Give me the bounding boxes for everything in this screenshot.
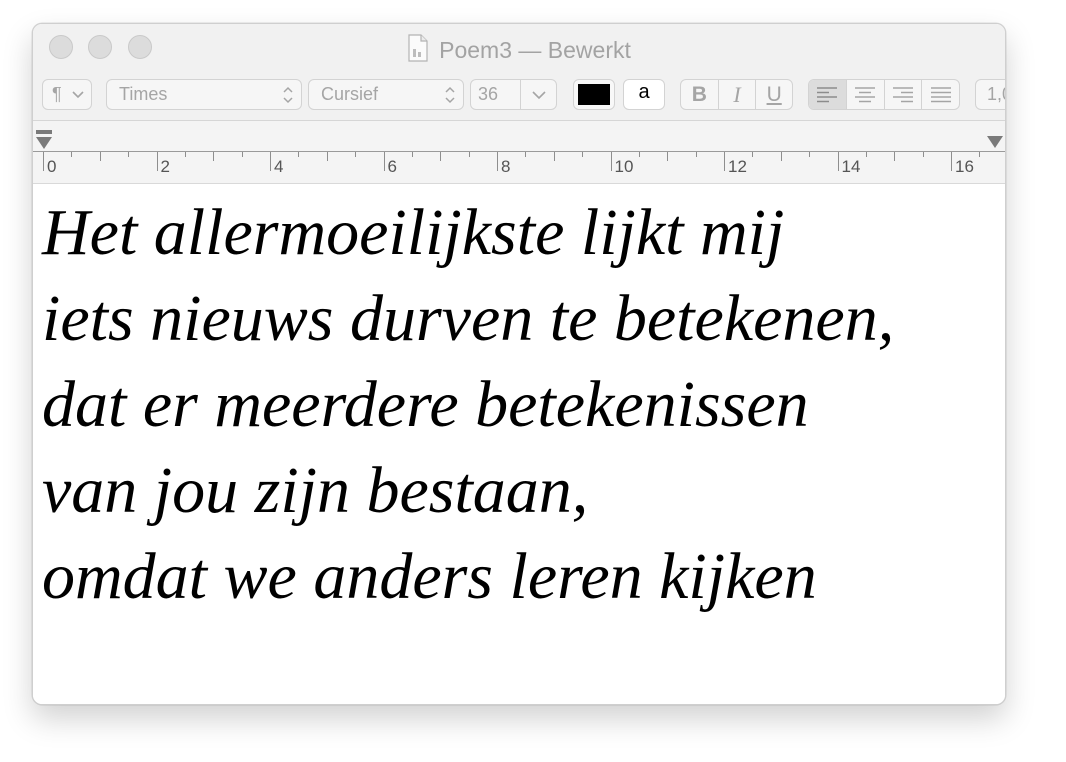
poem-line: iets nieuws durven te betekenen, (42, 282, 895, 355)
poem-line: omdat we anders leren kijken (42, 540, 817, 613)
document-name: Poem3 (439, 37, 512, 63)
justify-button[interactable] (922, 80, 959, 109)
align-center-button[interactable] (847, 80, 885, 109)
ruler-label: 10 (614, 157, 634, 176)
document-text-area[interactable]: Het allermoeilijkste lijkt mij iets nieu… (33, 184, 1005, 704)
document-icon (407, 34, 429, 68)
title-separator: — (518, 37, 542, 63)
ruler-label: 8 (501, 157, 511, 176)
highlight-color-well[interactable]: a (623, 79, 665, 110)
font-style-buttons: B I U (680, 79, 793, 110)
ruler-label: 0 (47, 157, 57, 176)
font-size-dropdown-button[interactable] (520, 80, 557, 109)
edited-status: Bewerkt (547, 37, 631, 63)
chevron-down-icon (532, 91, 546, 100)
ruler-label: 14 (841, 157, 861, 176)
highlight-label: a (638, 81, 650, 103)
textedit-window: Poem3 — Bewerkt ¶ Times Cursief 36 a B I… (32, 23, 1006, 705)
line-spacing-popup[interactable]: 1,0 (975, 79, 1005, 110)
align-left-icon (817, 86, 838, 102)
text-color-well[interactable] (573, 79, 615, 110)
chevron-down-icon (72, 91, 84, 99)
ruler-label: 16 (955, 157, 974, 176)
poem-line: Het allermoeilijkste lijkt mij (42, 196, 785, 269)
poem-line: van jou zijn bestaan, (42, 454, 589, 527)
stepper-icon (283, 86, 293, 104)
ruler-label: 4 (274, 157, 284, 176)
font-style-value: Cursief (321, 84, 379, 104)
ruler-label: 12 (728, 157, 747, 176)
ruler-label: 6 (387, 157, 397, 176)
align-center-icon (855, 86, 876, 102)
paragraph-style-popup[interactable]: ¶ (42, 79, 92, 110)
text-color-swatch (578, 84, 610, 105)
font-size-value: 36 (478, 84, 499, 104)
italic-button[interactable]: I (719, 80, 757, 109)
right-indent-marker-icon[interactable] (986, 135, 1004, 149)
font-size-combo[interactable]: 36 (470, 79, 557, 110)
pilcrow-icon: ¶ (52, 84, 62, 104)
alignment-buttons (808, 79, 960, 110)
align-left-button[interactable] (809, 80, 847, 109)
underline-button[interactable]: U (756, 80, 792, 109)
window-title: Poem3 — Bewerkt (33, 34, 1005, 68)
ruler-label: 2 (160, 157, 170, 176)
ruler[interactable]: 0 2 4 6 8 10 12 14 16 (33, 121, 1005, 184)
font-style-popup[interactable]: Cursief (308, 79, 464, 110)
poem-line: dat er meerdere betekenissen (42, 368, 809, 441)
align-right-icon (892, 86, 913, 102)
title-bar: Poem3 — Bewerkt ¶ Times Cursief 36 a B I… (33, 24, 1005, 121)
font-family-value: Times (119, 84, 168, 104)
justify-icon (930, 86, 951, 102)
font-family-popup[interactable]: Times (106, 79, 302, 110)
line-spacing-value: 1,0 (987, 84, 1005, 104)
stepper-icon (445, 86, 455, 104)
bold-button[interactable]: B (681, 80, 719, 109)
align-right-button[interactable] (885, 80, 923, 109)
left-indent-marker-icon[interactable] (35, 129, 53, 153)
